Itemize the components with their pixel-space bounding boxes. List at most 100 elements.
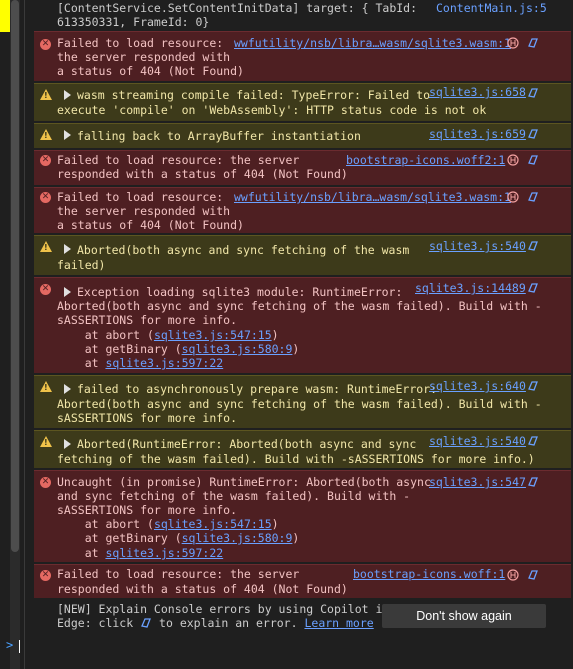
copilot-banner-text: [NEW] Explain Console errors by using Co…: [57, 602, 390, 616]
message-text-line: Aborted(both async and sync fetching of …: [57, 397, 542, 411]
console-prompt-chevron: >: [6, 638, 14, 652]
message-text-line: a status of 404 (Not Found): [57, 218, 244, 232]
source-link[interactable]: sqlite3.js:547: [429, 475, 526, 490]
copilot-explain-icon[interactable]: [527, 569, 539, 581]
stack-frame-text: at abort (: [57, 517, 154, 531]
expand-arrow-icon[interactable]: [64, 130, 71, 140]
error-circle-icon: ✕: [40, 192, 51, 203]
network-request-icon[interactable]: [507, 191, 519, 203]
warning-triangle-icon: !: [40, 381, 52, 392]
source-link[interactable]: sqlite3.js:540: [429, 239, 526, 254]
expand-arrow-icon[interactable]: [64, 384, 71, 394]
error-circle-icon: ✕: [40, 284, 51, 295]
copilot-explain-icon[interactable]: [527, 128, 539, 140]
error-circle-icon: ✕: [40, 39, 51, 50]
copilot-explain-icon[interactable]: [527, 154, 539, 166]
message-text-line: and sync fetching of the wasm failed). B…: [57, 489, 411, 503]
stack-frame: at getBinary (sqlite3.js:580:9): [57, 531, 300, 546]
source-link[interactable]: wwfutility/nsb/libra…wasm/sqlite3.wasm:1: [234, 36, 511, 51]
console-message-warning: ! wasm streaming compile failed: TypeErr…: [34, 83, 571, 121]
source-link[interactable]: wwfutility/nsb/libra…wasm/sqlite3.wasm:1: [234, 190, 511, 205]
copilot-explain-icon[interactable]: [527, 380, 539, 392]
message-text-line: the server responded with: [57, 204, 231, 218]
stack-frame: at abort (sqlite3.js:547:15): [57, 517, 279, 532]
warning-triangle-icon: !: [40, 436, 52, 447]
network-request-icon[interactable]: [507, 37, 519, 49]
console-message-warning: ! falling back to ArrayBuffer instantiat…: [34, 123, 571, 148]
message-text-line: a status of 404 (Not Found): [57, 64, 244, 78]
message-text-line: Failed to load resource: the server: [57, 567, 300, 581]
stack-frame-text: at getBinary (: [57, 531, 182, 545]
message-text-line: wasm streaming compile failed: TypeError…: [77, 88, 431, 102]
copilot-explain-icon[interactable]: [527, 191, 539, 203]
message-text-line: Failed to load resource: the server: [57, 153, 300, 167]
copilot-explain-icon[interactable]: [527, 37, 539, 49]
stack-frame-text: ): [271, 517, 279, 531]
stack-frame-link[interactable]: sqlite3.js:547:15: [154, 328, 272, 342]
stack-frame-text: at getBinary (: [57, 342, 182, 356]
expand-arrow-icon[interactable]: [64, 90, 71, 100]
scrollbar-thumb[interactable]: [11, 0, 19, 552]
console-message-info: [ContentService.SetContentInitData] targ…: [34, 0, 571, 31]
network-request-icon[interactable]: [507, 569, 519, 581]
stack-frame-text: ): [292, 342, 300, 356]
source-link[interactable]: sqlite3.js:658: [429, 85, 526, 100]
error-circle-icon: ✕: [40, 570, 51, 581]
stack-frame-text: ): [292, 531, 300, 545]
stack-frame-text: ): [271, 328, 279, 342]
stack-frame-link[interactable]: sqlite3.js:580:9: [182, 342, 293, 356]
source-link[interactable]: ContentMain.js:5: [436, 1, 547, 16]
copilot-explain-icon[interactable]: [527, 476, 539, 488]
message-text-line: Failed to load resource:: [57, 36, 224, 50]
message-text-line: execute 'compile' on 'WebAssembly': HTTP…: [57, 103, 487, 117]
copilot-banner-text: to explain an error.: [159, 616, 298, 630]
copilot-explain-icon: [141, 618, 152, 628]
source-link[interactable]: sqlite3.js:640: [429, 379, 526, 394]
console-message-warning: ! Aborted(RuntimeError: Aborted(both asy…: [34, 430, 571, 468]
stack-frame-text: at: [57, 546, 106, 560]
stack-frame-link[interactable]: sqlite3.js:597:22: [105, 356, 223, 370]
source-link[interactable]: bootstrap-icons.woff2:1: [346, 153, 505, 168]
stack-frame-text: at: [57, 356, 106, 370]
message-text-line: falling back to ArrayBuffer instantiatio…: [77, 129, 361, 143]
console-message-error: ✕ Uncaught (in promise) RuntimeError: Ab…: [34, 470, 571, 562]
copilot-explain-icon[interactable]: [527, 240, 539, 252]
message-text-line: Aborted(RuntimeError: Aborted(both async…: [77, 437, 417, 451]
message-text-line: [ContentService.SetContentInitData] targ…: [57, 1, 418, 15]
console-message-error: ✕ Failed to load resource: the server re…: [34, 564, 571, 598]
message-text-line: Failed to load resource:: [57, 190, 224, 204]
network-request-icon[interactable]: [507, 154, 519, 166]
copilot-explain-icon[interactable]: [527, 282, 539, 294]
stack-frame-link[interactable]: sqlite3.js:597:22: [105, 546, 223, 560]
vertical-scrollbar[interactable]: [10, 0, 20, 669]
stack-frame-link[interactable]: sqlite3.js:580:9: [182, 531, 293, 545]
console-message-warning: ! failed to asynchronously prepare wasm:…: [34, 375, 571, 428]
copilot-explain-icon[interactable]: [527, 435, 539, 447]
learn-more-link[interactable]: Learn more: [304, 616, 373, 630]
message-text-line: Uncaught (in promise) RuntimeError: Abor…: [57, 475, 431, 489]
console-message-warning: ! Aborted(both async and sync fetching o…: [34, 235, 571, 275]
source-link[interactable]: sqlite3.js:659: [429, 127, 526, 142]
stack-frame: at sqlite3.js:597:22: [57, 546, 223, 561]
source-link[interactable]: sqlite3.js:14489: [415, 281, 526, 296]
message-text-line: Aborted(both async and sync fetching of …: [77, 243, 410, 257]
expand-arrow-icon[interactable]: [64, 287, 71, 297]
panel-divider: [24, 0, 25, 669]
copilot-explain-icon[interactable]: [527, 87, 539, 99]
console-message-error: ✕ Failed to load resource: the server re…: [34, 31, 571, 81]
warning-triangle-icon: !: [40, 89, 52, 100]
copilot-banner-text: Edge: click: [57, 616, 134, 630]
source-link[interactable]: sqlite3.js:540: [429, 434, 526, 449]
message-text-line: 613350331, FrameId: 0}: [57, 15, 210, 29]
expand-arrow-icon[interactable]: [64, 244, 71, 254]
message-text-line: Aborted(both async and sync fetching of …: [57, 299, 542, 313]
expand-arrow-icon[interactable]: [64, 439, 71, 449]
console-input-caret[interactable]: [19, 640, 20, 653]
source-link[interactable]: bootstrap-icons.woff:1: [353, 567, 505, 582]
stack-frame: at abort (sqlite3.js:547:15): [57, 328, 279, 343]
stack-frame-link[interactable]: sqlite3.js:547:15: [154, 517, 272, 531]
dont-show-again-button[interactable]: Don't show again: [382, 604, 546, 628]
message-text-line: sASSERTIONS for more info.: [57, 313, 238, 327]
message-text-line: the server responded with: [57, 50, 231, 64]
message-text-line: sASSERTIONS for more info.: [57, 503, 238, 517]
